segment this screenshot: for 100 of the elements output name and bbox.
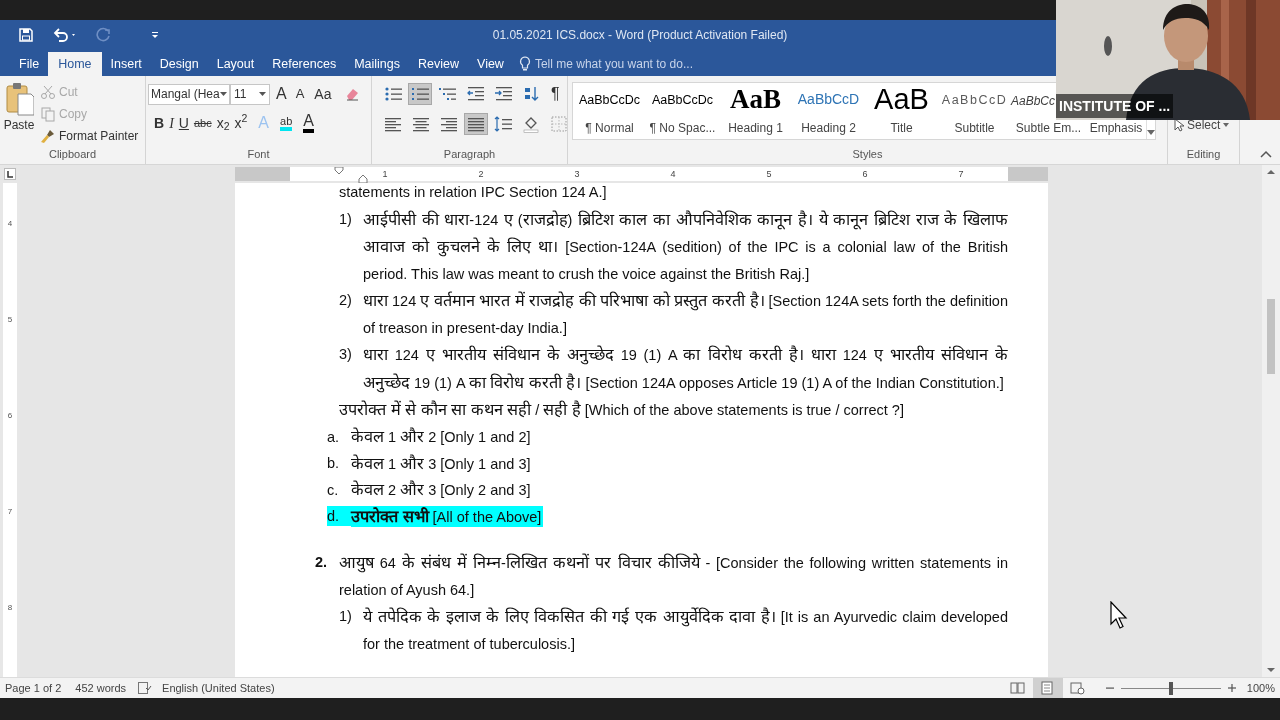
tab-stop-icon[interactable]: [4, 168, 16, 180]
underline-button[interactable]: U: [178, 112, 189, 134]
gallery-more-icon[interactable]: [1147, 130, 1155, 135]
scissors-icon: [40, 83, 56, 100]
language-indicator[interactable]: English (United States): [162, 679, 275, 697]
ribbon-tab[interactable]: Home: [48, 52, 102, 76]
numbered-list-icon: [411, 85, 429, 103]
ribbon-tab[interactable]: View: [468, 52, 513, 76]
style-preview[interactable]: AaBbCcDc: [651, 83, 714, 113]
italic-button[interactable]: I: [169, 112, 174, 134]
align-center-icon: [412, 115, 430, 133]
style-name[interactable]: Subtitle: [954, 119, 995, 137]
font-name-field[interactable]: Mangal (Hea: [148, 83, 230, 105]
scroll-down-icon[interactable]: [1266, 665, 1276, 675]
align-left-icon: [384, 115, 402, 133]
ribbon-tab[interactable]: Review: [409, 52, 468, 76]
decrease-indent-icon: [466, 85, 484, 103]
option-text: केवल 2 और 3 [Only 2 and 3]: [351, 479, 531, 501]
style-preview[interactable]: AaBbCcD: [941, 83, 1008, 113]
proofing-icon[interactable]: [138, 682, 153, 694]
paragraph-tool-button[interactable]: ¶: [546, 83, 565, 105]
scrollbar-thumb[interactable]: [1267, 299, 1275, 374]
increase-indent-icon: [494, 85, 512, 103]
clipboard-button[interactable]: Format Painter: [40, 126, 139, 145]
style-name[interactable]: Subtle Em...: [1015, 119, 1082, 137]
superscript-button[interactable]: x$^{2}$: [234, 112, 248, 134]
web-layout-icon: [1070, 681, 1086, 695]
list-marker: 2): [339, 291, 353, 310]
option-text: केवल 1 और 2 [Only 1 and 2]: [351, 426, 531, 448]
style-name[interactable]: ¶ Normal: [585, 119, 634, 137]
ruler-margin: [235, 167, 290, 181]
save-icon[interactable]: [18, 27, 34, 43]
pointer-icon: [1174, 118, 1184, 132]
page-count[interactable]: Page 1 of 2: [5, 679, 62, 697]
caret-icon: [220, 92, 227, 96]
zoom-slider-thumb[interactable]: [1168, 681, 1173, 695]
list-item-text: धारा 124 ए वर्तमान भारत में राजद्रोह की परिभाषा को प्रस्तुत करती है। [Section 124A sets forth the definition of treason in present-day India.]: [363, 290, 1008, 338]
select-button[interactable]: Select: [1174, 116, 1230, 134]
style-preview[interactable]: AaBbCc: [1011, 83, 1056, 113]
ribbon-tab[interactable]: File: [10, 52, 49, 76]
style-name[interactable]: ¶ No Spac...: [649, 119, 716, 137]
strikethrough-button[interactable]: abc: [193, 114, 212, 132]
word-count[interactable]: 452 words: [75, 679, 127, 697]
font-size-step-button[interactable]: A: [292, 84, 308, 104]
highlight-button[interactable]: ab: [280, 115, 293, 131]
paragraph-tool-button[interactable]: [408, 83, 432, 105]
font-color-button[interactable]: A: [303, 113, 314, 133]
zoom-level[interactable]: 100%: [1246, 679, 1275, 697]
style-preview[interactable]: AaB: [730, 83, 781, 113]
lightbulb-icon: [518, 56, 531, 72]
group-label: Paragraph: [443, 146, 496, 162]
paint-bucket-icon: [522, 115, 540, 133]
subscript-button[interactable]: x$_{2}$: [216, 112, 230, 134]
ruler-number: 3: [573, 168, 581, 181]
list-marker: 3): [339, 345, 353, 364]
borders-icon: [550, 115, 568, 133]
paragraph-tool-button[interactable]: [464, 113, 488, 135]
paste-button[interactable]: Paste: [2, 80, 36, 145]
style-name[interactable]: Heading 2: [801, 119, 856, 137]
read-mode-icon: [1010, 681, 1026, 695]
group-label: Clipboard: [48, 147, 97, 163]
style-name[interactable]: Emphasis: [1089, 119, 1143, 137]
ribbon-tab[interactable]: Mailings: [345, 52, 409, 76]
ribbon-tab[interactable]: Layout: [207, 52, 264, 76]
style-preview[interactable]: AaB: [874, 83, 929, 113]
style-preview[interactable]: AaBbCcD: [797, 83, 860, 113]
ruler-number: 4: [6, 218, 14, 230]
undo-icon[interactable]: [52, 27, 78, 43]
list-marker: 1): [339, 209, 353, 229]
font-size-field[interactable]: 11: [230, 83, 270, 105]
scroll-up-icon[interactable]: [1266, 167, 1276, 177]
justify-icon: [467, 115, 485, 133]
question-text: आयुष 64 के संबंध में निम्न-लिखित कथनों पर विचार कीजिये - [Consider the following written statements in relation of Ayush 64.]: [339, 552, 1008, 600]
zoom-slider[interactable]: [1120, 681, 1221, 695]
ribbon-tab[interactable]: References: [263, 52, 346, 76]
ribbon-tab[interactable]: Design: [150, 52, 208, 76]
tell-me-field[interactable]: Tell me what you want to do...: [534, 55, 735, 73]
list-marker: 1): [339, 607, 353, 626]
bold-button[interactable]: B: [154, 112, 165, 134]
paintbrush-icon: [40, 127, 56, 144]
ruler-number: 2: [477, 168, 485, 181]
ruler-margin: [1008, 167, 1048, 181]
ruler-number: 5: [6, 314, 14, 326]
ruler-number: 5: [765, 168, 773, 181]
style-preview[interactable]: AaBbCcDc: [578, 83, 641, 113]
ruler-number: 8: [6, 602, 14, 614]
group-label: Font: [247, 146, 270, 162]
ruler-number: 6: [861, 168, 869, 181]
style-name[interactable]: Title: [890, 119, 913, 137]
collapse-ribbon-icon[interactable]: [1260, 150, 1272, 158]
copy-icon: [40, 105, 56, 122]
font-size-step-button[interactable]: A: [273, 82, 290, 106]
option-text: उपरोक्त सभी [All of the Above]: [351, 505, 544, 527]
change-case-button[interactable]: Aa: [310, 83, 336, 105]
clipboard-icon: [4, 82, 34, 116]
zoom-in-icon[interactable]: [1226, 683, 1237, 693]
ribbon-tab[interactable]: Insert: [101, 52, 151, 76]
style-name[interactable]: Heading 1: [728, 119, 783, 137]
ruler-number: 7: [957, 168, 965, 181]
view-button[interactable]: [1032, 678, 1063, 698]
